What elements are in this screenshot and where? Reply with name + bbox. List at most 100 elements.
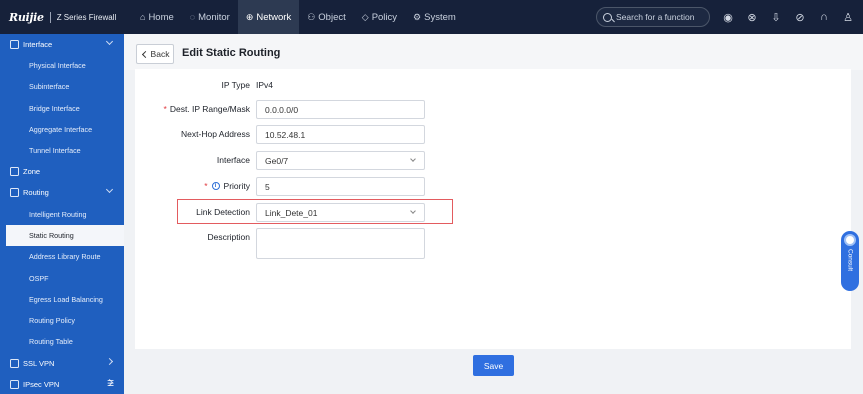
interface-icon	[10, 40, 19, 49]
search-input[interactable]	[616, 12, 712, 22]
nav-network[interactable]: ⊕ Network	[237, 0, 300, 34]
back-button[interactable]: Back	[136, 44, 174, 64]
sidebar-item-aggregate-interface[interactable]: Aggregate Interface	[0, 119, 124, 140]
brand: Ruijie Z Series Firewall	[0, 0, 124, 34]
network-icon: ⊕	[245, 11, 254, 22]
nav-monitor[interactable]: ◌ Monitor	[182, 0, 238, 34]
sidebar-group-label: IPsec VPN	[23, 379, 60, 389]
search-box[interactable]	[596, 7, 712, 27]
priority-input[interactable]: 5	[256, 177, 425, 196]
main-nav: ⌂ Home ◌ Monitor ⊕ Network ⚇ Object ◇ Policy …	[132, 0, 464, 34]
sidebar-item-egress-load-balancing[interactable]: Egress Load Balancing	[0, 289, 124, 310]
sidebar-group-ipsec-vpn[interactable]: IPsec VPN	[0, 374, 124, 394]
collapse-sidebar-icon[interactable]: ☰	[107, 380, 115, 388]
top-navbar: Ruijie Z Series Firewall ⌂ Home ◌ Monitor …	[0, 0, 863, 34]
download-icon[interactable]: ⇩	[764, 0, 788, 34]
chevron-down-icon	[410, 156, 416, 162]
object-icon: ⚇	[307, 11, 316, 22]
back-label: Back	[150, 49, 170, 59]
sidebar-item-bridge-interface[interactable]: Bridge Interface	[0, 98, 124, 119]
sidebar-group-zone[interactable]: Zone	[0, 161, 124, 182]
chat-icon	[844, 234, 856, 246]
chevron-down-icon	[105, 186, 114, 194]
network-topology-icon[interactable]: ⊗	[740, 0, 764, 34]
sidebar-group-label: SSL VPN	[23, 358, 55, 368]
nav-policy[interactable]: ◇ Policy	[354, 0, 405, 34]
sidebar-group-interface[interactable]: Interface	[0, 34, 124, 55]
sidebar-item-tunnel-interface[interactable]: Tunnel Interface	[0, 140, 124, 161]
ip-type-value: IPv4	[256, 80, 274, 90]
zone-icon	[10, 167, 19, 177]
sidebar-item-physical-interface[interactable]: Physical Interface	[0, 55, 124, 76]
dest-ip-input[interactable]: 0.0.0.0/0	[256, 100, 425, 119]
description-row: Description	[135, 228, 851, 259]
save-button[interactable]: Save	[473, 355, 514, 376]
link-detection-select[interactable]: Link_Dete_01	[256, 203, 425, 222]
form-card: IP Type IPv4 * Dest. IP Range/Mask 0.0.0.…	[135, 69, 851, 349]
page-title: Edit Static Routing	[182, 47, 281, 59]
home-icon: ⌂	[140, 11, 146, 22]
description-label: Description	[207, 232, 250, 242]
compass-icon[interactable]: ⊘	[788, 0, 812, 34]
interface-value: Ge0/7	[265, 155, 289, 166]
user-icon[interactable]: ♙	[836, 0, 860, 34]
description-textarea[interactable]	[256, 228, 425, 259]
sidebar: Interface Physical Interface Subinterfac…	[0, 34, 124, 394]
required-marker: *	[163, 104, 167, 114]
next-hop-row: Next-Hop Address 10.52.48.1	[135, 125, 851, 144]
ip-type-label: IP Type	[221, 80, 250, 90]
next-hop-input[interactable]: 10.52.48.1	[256, 125, 425, 144]
gear-icon: ⚙	[413, 11, 422, 22]
priority-label: * i Priority	[204, 181, 250, 191]
sidebar-item-static-routing[interactable]: Static Routing	[6, 224, 124, 247]
broadcast-icon[interactable]: ◉	[716, 0, 740, 34]
search-icon	[603, 12, 612, 22]
nav-label: Monitor	[198, 11, 230, 23]
info-icon[interactable]: i	[211, 182, 220, 190]
ip-type-row: IP Type IPv4	[135, 76, 851, 95]
headset-icon[interactable]: ∩	[812, 0, 836, 34]
chevron-down-icon	[105, 37, 114, 46]
required-marker: *	[204, 181, 208, 191]
brand-logo: Ruijie	[9, 10, 44, 24]
interface-row: Interface Ge0/7	[135, 151, 851, 170]
sidebar-item-intelligent-routing[interactable]: Intelligent Routing	[0, 203, 124, 224]
sidebar-group-label: Interface	[23, 40, 53, 49]
sidebar-item-address-library-route[interactable]: Address Library Route	[0, 246, 124, 267]
nav-label: Network	[256, 11, 292, 23]
toolbar-icons: ◉ ⊗ ⇩ ⊘ ∩ ♙	[716, 0, 860, 34]
consult-tab[interactable]: Consult	[841, 231, 859, 291]
priority-row: * i Priority 5	[135, 177, 851, 196]
dest-ip-label: * Dest. IP Range/Mask	[163, 104, 250, 114]
consult-label: Consult	[846, 249, 854, 272]
sidebar-group-label: Zone	[23, 167, 41, 177]
nav-system[interactable]: ⚙ System	[405, 0, 464, 34]
link-detection-row: Link Detection Link_Dete_01	[135, 203, 851, 222]
nav-label: Object	[318, 11, 346, 23]
nav-label: System	[424, 11, 456, 23]
routing-icon	[10, 188, 19, 198]
link-detection-value: Link_Dete_01	[265, 207, 318, 218]
chevron-right-icon	[105, 357, 114, 365]
sidebar-item-ospf[interactable]: OSPF	[0, 267, 124, 288]
link-detection-label: Link Detection	[196, 207, 250, 217]
sidebar-group-label: Routing	[23, 188, 49, 198]
monitor-icon: ◌	[189, 11, 196, 22]
nav-object[interactable]: ⚇ Object	[299, 0, 354, 34]
sidebar-item-subinterface[interactable]: Subinterface	[0, 76, 124, 97]
interface-select[interactable]: Ge0/7	[256, 151, 425, 170]
nav-home[interactable]: ⌂ Home	[132, 0, 182, 34]
policy-icon: ◇	[361, 11, 369, 22]
next-hop-label: Next-Hop Address	[181, 129, 250, 139]
product-name: Z Series Firewall	[56, 12, 117, 22]
interface-label: Interface	[216, 155, 250, 165]
sidebar-group-ssl-vpn[interactable]: SSL VPN	[0, 353, 124, 374]
back-arrow-icon	[141, 50, 149, 58]
vpn-icon	[10, 358, 19, 368]
brand-divider	[49, 11, 51, 23]
sidebar-item-routing-table[interactable]: Routing Table	[0, 331, 124, 352]
chevron-down-icon	[410, 208, 416, 214]
sidebar-item-routing-policy[interactable]: Routing Policy	[0, 310, 124, 331]
sidebar-group-routing[interactable]: Routing	[0, 182, 124, 203]
vpn-icon	[10, 379, 19, 389]
